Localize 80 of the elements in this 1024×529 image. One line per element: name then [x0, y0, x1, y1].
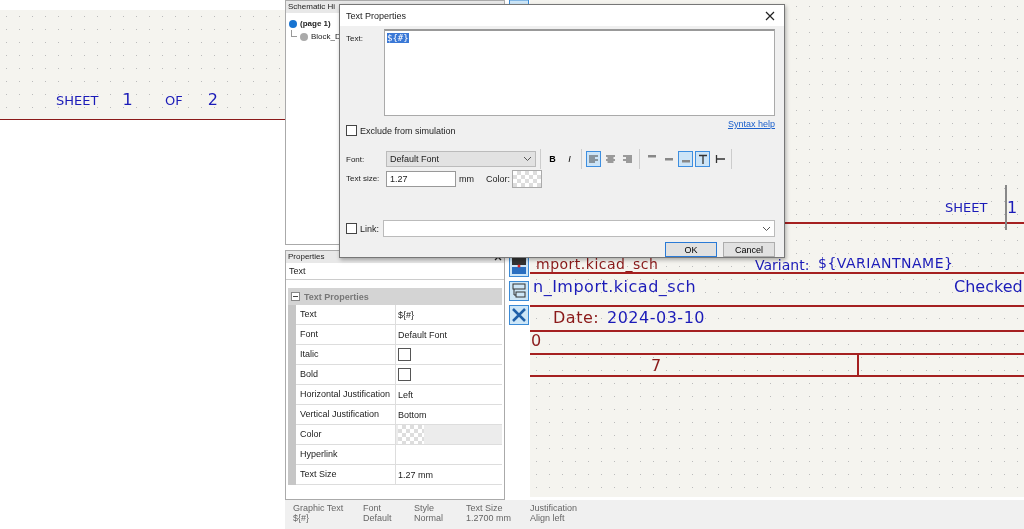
- checkbox[interactable]: [398, 348, 411, 361]
- property-name: Hyperlink: [296, 445, 396, 464]
- property-name: Text: [296, 305, 396, 324]
- tree-item[interactable]: Block_D: [311, 32, 341, 41]
- checked-label: Checked: [954, 277, 1023, 296]
- property-name: Vertical Justification: [296, 405, 396, 424]
- checkbox-label: Exclude from simulation: [360, 125, 456, 136]
- align-icon: [623, 155, 632, 163]
- syntax-help-link[interactable]: Syntax help: [727, 119, 775, 129]
- font-dropdown[interactable]: Default Font: [386, 151, 536, 167]
- group-title: Text Properties: [304, 291, 369, 302]
- status-value: ${#}: [293, 513, 311, 523]
- checkbox[interactable]: [346, 125, 357, 136]
- property-name: Horizontal Justification: [296, 385, 396, 404]
- align-icon: [606, 155, 615, 163]
- property-value[interactable]: Left: [398, 389, 413, 400]
- status-label: Text Size: [466, 503, 504, 513]
- text-size-label: Text size:: [346, 174, 381, 183]
- checkbox-label: Link:: [360, 223, 379, 234]
- tree-item[interactable]: (page 1): [300, 19, 331, 28]
- align-icon: [589, 155, 598, 163]
- status-label: Justification: [530, 503, 578, 513]
- property-value[interactable]: Default Font: [398, 329, 448, 340]
- font-label: Font:: [346, 154, 366, 164]
- dialog-title: Text Properties: [346, 10, 407, 21]
- property-value[interactable]: 1.27 mm: [398, 469, 433, 480]
- tools-icon[interactable]: [509, 305, 529, 325]
- style-button[interactable]: I: [562, 151, 577, 167]
- caret-icon: [762, 225, 771, 232]
- panel-title: Properties: [288, 251, 325, 263]
- sheet-number: 1: [122, 90, 134, 109]
- panel-title: Schematic Hi: [288, 1, 336, 13]
- caret-icon: [523, 156, 532, 162]
- file-path: n_Import.kicad_sch: [533, 277, 697, 296]
- status-value: Align left: [530, 513, 566, 523]
- style-button[interactable]: B: [545, 151, 560, 167]
- variant-value: ${VARIANTNAME}: [818, 257, 954, 270]
- orientation-icon: [697, 154, 708, 164]
- date-label: Date:: [553, 308, 600, 327]
- collapse-icon[interactable]: [291, 292, 300, 301]
- color-swatch[interactable]: [512, 169, 542, 188]
- status-label: Font: [363, 503, 382, 513]
- sheet-label: SHEET: [945, 200, 988, 215]
- unit-label: mm: [459, 173, 474, 184]
- variant-label: Variant:: [755, 259, 810, 272]
- orientation-icon: [714, 154, 725, 164]
- color-swatch[interactable]: [398, 425, 424, 444]
- of-label: OF: [165, 93, 183, 108]
- property-name: Italic: [296, 345, 396, 364]
- orientation-button[interactable]: [695, 151, 710, 167]
- property-name: Text Size: [296, 465, 396, 484]
- text-value: ${#}: [387, 33, 409, 43]
- status-label: Style: [414, 503, 435, 513]
- revision-text: 0: [531, 331, 542, 350]
- property-name: Font: [296, 325, 396, 344]
- selection-type: Text: [289, 266, 306, 276]
- date-value: 2024-03-10: [607, 308, 705, 327]
- text-size-input[interactable]: 1.27: [386, 170, 456, 187]
- hierarchy-icon[interactable]: [509, 281, 529, 301]
- status-value: 1.2700 mm: [466, 513, 513, 523]
- property-value[interactable]: ${#}: [398, 309, 415, 320]
- dialog-button[interactable]: Cancel: [723, 242, 775, 257]
- align-button[interactable]: [586, 151, 601, 167]
- property-value[interactable]: Bottom: [398, 409, 427, 420]
- color-label: Color:: [486, 173, 510, 184]
- title-block-cell: 7: [651, 356, 662, 375]
- status-label: Graphic Text: [293, 503, 345, 513]
- text-input[interactable]: ${#}: [384, 29, 775, 116]
- status-value: Normal: [414, 513, 444, 523]
- status-value: Default: [363, 513, 393, 523]
- checkbox[interactable]: [398, 368, 411, 381]
- sheet-count: 2: [207, 90, 219, 109]
- sheet-label: SHEET: [56, 93, 99, 108]
- dialog-button[interactable]: OK: [665, 242, 717, 257]
- text-label: Text:: [346, 33, 364, 45]
- file-name: mport.kicad_sch: [536, 258, 659, 271]
- property-name: Bold: [296, 365, 396, 384]
- sheet-number: 1: [1007, 198, 1018, 217]
- close-icon[interactable]: [765, 10, 775, 21]
- checkbox[interactable]: [346, 223, 357, 234]
